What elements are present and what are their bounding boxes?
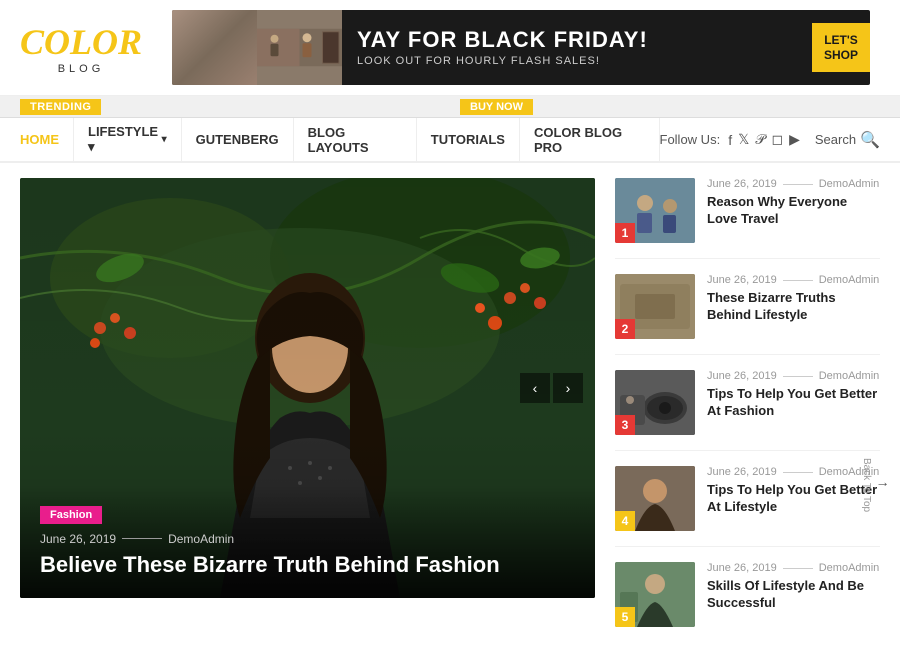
sidebar-thumb-5: 5: [615, 562, 695, 627]
nav-item-gutenberg[interactable]: GUTENBERG: [182, 117, 294, 162]
hero-date: June 26, 2019: [40, 532, 116, 546]
ad-subtitle: LOOK OUT FOR HOURLY FLASH SALES!: [357, 55, 797, 67]
nav-item-home[interactable]: HOME: [20, 117, 74, 162]
sidebar-meta-4: June 26, 2019 DemoAdmin: [707, 466, 880, 478]
sidebar-title-3: Tips To Help You Get Better At Fashion: [707, 386, 880, 420]
sidebar-thumb-2: 2: [615, 274, 695, 339]
sidebar-num-5: 5: [615, 607, 635, 627]
search-area[interactable]: Search 🔍: [815, 130, 880, 150]
sidebar-item-1[interactable]: 1 June 26, 2019 DemoAdmin Reason Why Eve…: [615, 178, 880, 259]
sidebar-date-3: June 26, 2019: [707, 370, 777, 382]
sidebar-thumb-4: 4: [615, 466, 695, 531]
ad-banner[interactable]: YAY FOR BLACK FRIDAY! LOOK OUT FOR HOURL…: [172, 10, 870, 85]
hero-author: DemoAdmin: [168, 532, 234, 546]
hero-slider: Fashion June 26, 2019 DemoAdmin Believe …: [20, 178, 595, 598]
sidebar-title-2: These Bizarre Truths Behind Lifestyle: [707, 290, 880, 324]
back-to-top-arrow: ↑: [876, 481, 892, 488]
nav-item-color-blog-pro[interactable]: COLOR BLOG PRO: [520, 117, 660, 162]
sidebar-date-4: June 26, 2019: [707, 466, 777, 478]
sidebar-content-2: June 26, 2019 DemoAdmin These Bizarre Tr…: [707, 274, 880, 339]
sidebar-meta-1: June 26, 2019 DemoAdmin: [707, 178, 880, 190]
search-icon: 🔍: [860, 130, 880, 150]
back-to-top[interactable]: ↑ Back To Top: [861, 458, 892, 512]
buy-now-badge[interactable]: BUY NOW: [460, 99, 533, 115]
sidebar-author-2: DemoAdmin: [819, 274, 880, 286]
nav-item-lifestyle[interactable]: LIFESTYLE ▾: [74, 117, 182, 162]
sidebar-num-3: 3: [615, 415, 635, 435]
facebook-icon[interactable]: f: [728, 132, 732, 148]
navigation-bar: HOME LIFESTYLE ▾ GUTENBERG BLOG LAYOUTS …: [0, 118, 900, 163]
hero-meta-divider: [122, 538, 162, 539]
sidebar-date-1: June 26, 2019: [707, 178, 777, 190]
hero-title: Believe These Bizarre Truth Behind Fashi…: [40, 552, 575, 578]
ad-photo: [172, 10, 342, 85]
search-label: Search: [815, 132, 856, 147]
sidebar-content-3: June 26, 2019 DemoAdmin Tips To Help You…: [707, 370, 880, 435]
sidebar-date-2: June 26, 2019: [707, 274, 777, 286]
sidebar-meta-3: June 26, 2019 DemoAdmin: [707, 370, 880, 382]
main-content: Fashion June 26, 2019 DemoAdmin Believe …: [0, 163, 900, 672]
hero-category[interactable]: Fashion: [40, 506, 102, 524]
logo-title: COLOR: [20, 21, 142, 63]
hero-image: Fashion June 26, 2019 DemoAdmin Believe …: [20, 178, 595, 598]
sidebar-author-3: DemoAdmin: [819, 370, 880, 382]
youtube-icon[interactable]: ▶: [789, 131, 800, 148]
sidebar-author-1: DemoAdmin: [819, 178, 880, 190]
nav-item-tutorials[interactable]: TUTORIALS: [417, 117, 520, 162]
sidebar-meta-5: June 26, 2019 DemoAdmin: [707, 562, 880, 574]
slider-prev-button[interactable]: ‹: [520, 373, 550, 403]
sidebar-meta-2: June 26, 2019 DemoAdmin: [707, 274, 880, 286]
trending-bar: TRENDING BUY NOW: [0, 96, 900, 118]
sidebar-content-1: June 26, 2019 DemoAdmin Reason Why Every…: [707, 178, 880, 243]
sidebar-item-2[interactable]: 2 June 26, 2019 DemoAdmin These Bizarre …: [615, 274, 880, 355]
sidebar-date-5: June 26, 2019: [707, 562, 777, 574]
hero-meta: June 26, 2019 DemoAdmin: [40, 532, 575, 546]
sidebar-content-4: June 26, 2019 DemoAdmin Tips To Help You…: [707, 466, 880, 531]
back-to-top-label: Back To Top: [861, 458, 872, 512]
sidebar-item-3[interactable]: 3 June 26, 2019 DemoAdmin Tips To Help Y…: [615, 370, 880, 451]
sidebar-content-5: June 26, 2019 DemoAdmin Skills Of Lifest…: [707, 562, 880, 627]
ad-title: YAY FOR BLACK FRIDAY!: [357, 28, 797, 52]
twitter-icon[interactable]: 𝕏: [738, 131, 749, 148]
nav-item-blog-layouts[interactable]: BLOG LAYOUTS: [294, 117, 417, 162]
sidebar-num-4: 4: [615, 511, 635, 531]
hero-overlay: Fashion June 26, 2019 DemoAdmin Believe …: [20, 485, 595, 598]
ad-button[interactable]: LET'SSHOP: [812, 23, 870, 72]
ad-text: YAY FOR BLACK FRIDAY! LOOK OUT FOR HOURL…: [342, 18, 812, 77]
follow-label: Follow Us:: [660, 132, 721, 147]
sidebar-title-5: Skills Of Lifestyle And Be Successful: [707, 578, 880, 612]
sidebar-thumb-3: 3: [615, 370, 695, 435]
sidebar-author-5: DemoAdmin: [819, 562, 880, 574]
nav-items: HOME LIFESTYLE ▾ GUTENBERG BLOG LAYOUTS …: [20, 117, 660, 162]
site-logo[interactable]: COLOR BLOG: [20, 21, 142, 75]
sidebar-trending: 1 June 26, 2019 DemoAdmin Reason Why Eve…: [615, 178, 880, 657]
sidebar-num-1: 1: [615, 223, 635, 243]
logo-subtitle: BLOG: [20, 63, 142, 75]
sidebar-num-2: 2: [615, 319, 635, 339]
pinterest-icon[interactable]: 𝒫: [755, 131, 765, 148]
trending-badge: TRENDING: [20, 99, 101, 115]
sidebar-title-4: Tips To Help You Get Better At Lifestyle: [707, 482, 880, 516]
instagram-icon[interactable]: ◻: [771, 131, 783, 148]
sidebar-item-5[interactable]: 5 June 26, 2019 DemoAdmin Skills Of Life…: [615, 562, 880, 642]
sidebar-item-4[interactable]: 4 June 26, 2019 DemoAdmin Tips To Help Y…: [615, 466, 880, 547]
slider-next-button[interactable]: ›: [553, 373, 583, 403]
site-header: COLOR BLOG YAY FOR BLACK FRIDAY! LOOK: [0, 0, 900, 96]
social-follow-area: Follow Us: f 𝕏 𝒫 ◻ ▶: [660, 131, 800, 148]
sidebar-title-1: Reason Why Everyone Love Travel: [707, 194, 880, 228]
sidebar-thumb-1: 1: [615, 178, 695, 243]
